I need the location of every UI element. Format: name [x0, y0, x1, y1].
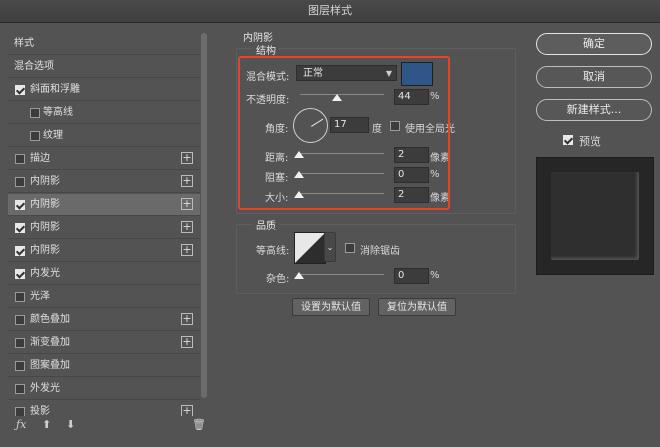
style-item-checkbox[interactable]: [30, 108, 40, 118]
style-item-label: 等高线: [43, 107, 73, 118]
style-item-checkbox[interactable]: [15, 407, 25, 416]
add-effect-plus-icon[interactable]: +: [181, 313, 193, 325]
style-item-label: 斜面和浮雕: [30, 84, 80, 95]
add-effect-plus-icon[interactable]: +: [181, 405, 193, 416]
style-list-item[interactable]: 渐变叠加 +: [8, 332, 200, 354]
style-item-checkbox[interactable]: [15, 246, 25, 256]
add-effect-plus-icon[interactable]: +: [181, 152, 193, 164]
reset-default-button[interactable]: 复位为默认值: [378, 298, 456, 316]
style-item-checkbox[interactable]: [15, 315, 25, 325]
style-item-checkbox[interactable]: [15, 200, 25, 210]
noise-slider-knob[interactable]: [294, 272, 304, 279]
style-item-checkbox[interactable]: [15, 269, 25, 279]
style-item-checkbox[interactable]: [30, 131, 40, 141]
anti-alias-checkbox[interactable]: [345, 243, 355, 253]
style-item-label: 外发光: [30, 383, 60, 394]
ok-button[interactable]: 确定: [536, 33, 652, 55]
style-item-checkbox[interactable]: [15, 223, 25, 233]
fx-icon[interactable]: ƒx: [16, 418, 26, 431]
contour-curve-icon: [295, 233, 325, 263]
style-item-label: 内阴影: [30, 222, 60, 233]
set-default-button[interactable]: 设置为默认值: [292, 298, 370, 316]
contour-dropdown[interactable]: ⌄: [324, 232, 336, 262]
style-list-item[interactable]: 图案叠加: [8, 355, 200, 377]
style-list-header-label: 样式: [14, 38, 34, 49]
style-list-footer: ƒx ⬆ ⬇ 🗑: [8, 416, 208, 436]
add-effect-plus-icon[interactable]: +: [181, 244, 193, 256]
add-effect-plus-icon[interactable]: +: [181, 221, 193, 233]
style-list-header[interactable]: 样式: [8, 33, 200, 55]
style-item-checkbox[interactable]: [15, 338, 25, 348]
style-list-item[interactable]: 内阴影 +: [8, 171, 200, 193]
style-list: 样式 混合选项斜面和浮雕等高线纹理描边 + 内阴影 + 内阴影 + 内阴影 + 内阴影 + 内发光光…: [8, 33, 200, 416]
add-effect-plus-icon[interactable]: +: [181, 336, 193, 348]
style-item-checkbox[interactable]: [15, 154, 25, 164]
style-item-label: 颜色叠加: [30, 314, 70, 325]
noise-slider-track[interactable]: [300, 274, 384, 275]
window-title: 图层样式: [308, 4, 352, 17]
style-list-item[interactable]: 颜色叠加 +: [8, 309, 200, 331]
noise-unit: %: [430, 270, 440, 281]
cancel-button[interactable]: 取消: [536, 66, 652, 88]
structure-title: 结构: [253, 42, 279, 57]
noise-input[interactable]: 0: [394, 268, 429, 284]
anti-alias-label: 消除锯齿: [360, 246, 400, 257]
style-list-item[interactable]: 内发光: [8, 263, 200, 285]
style-item-label: 内阴影: [30, 199, 60, 210]
preview-label: 预览: [579, 135, 601, 148]
style-list-item[interactable]: 内阴影 +: [8, 240, 200, 262]
style-list-item[interactable]: 描边 +: [8, 148, 200, 170]
style-item-checkbox[interactable]: [15, 85, 25, 95]
style-item-label: 内阴影: [30, 245, 60, 256]
style-list-item[interactable]: 斜面和浮雕: [8, 79, 200, 101]
add-effect-plus-icon[interactable]: +: [181, 198, 193, 210]
style-list-item[interactable]: 内阴影 +: [8, 217, 200, 239]
style-list-item[interactable]: 混合选项: [8, 56, 200, 78]
style-item-label: 内阴影: [30, 176, 60, 187]
style-item-label: 混合选项: [14, 61, 54, 72]
contour-label: 等高线:: [256, 246, 290, 257]
trash-icon[interactable]: 🗑: [192, 418, 206, 431]
style-list-item[interactable]: 内阴影 +: [8, 194, 200, 216]
style-item-label: 图案叠加: [30, 360, 70, 371]
noise-label: 杂色:: [266, 274, 290, 285]
highlight-box: [238, 56, 450, 210]
style-preview-thumbnail: [551, 172, 639, 260]
style-item-label: 投影: [30, 406, 50, 416]
style-item-checkbox[interactable]: [15, 384, 25, 394]
style-item-checkbox[interactable]: [15, 292, 25, 302]
quality-title: 品质: [253, 217, 279, 232]
style-item-checkbox[interactable]: [15, 361, 25, 371]
arrow-down-icon[interactable]: ⬇: [66, 418, 75, 431]
chevron-down-icon: ⌄: [326, 243, 334, 252]
style-item-label: 内发光: [30, 268, 60, 279]
preview-checkbox[interactable]: [563, 135, 573, 145]
style-item-label: 描边: [30, 153, 50, 164]
style-list-item[interactable]: 外发光: [8, 378, 200, 400]
style-item-label: 纹理: [43, 130, 63, 141]
style-item-checkbox[interactable]: [15, 177, 25, 187]
style-list-item[interactable]: 投影 +: [8, 401, 200, 416]
add-effect-plus-icon[interactable]: +: [181, 175, 193, 187]
style-item-label: 光泽: [30, 291, 50, 302]
window-title-bar: 图层样式: [0, 0, 660, 23]
style-list-scrollbar[interactable]: [201, 33, 207, 398]
style-list-item[interactable]: 光泽: [8, 286, 200, 308]
style-list-item[interactable]: 等高线: [8, 102, 200, 124]
style-item-label: 渐变叠加: [30, 337, 70, 348]
contour-preview[interactable]: [294, 232, 326, 264]
style-preview: [536, 157, 654, 275]
arrow-up-icon[interactable]: ⬆: [42, 418, 51, 431]
style-list-item[interactable]: 纹理: [8, 125, 200, 147]
new-style-button[interactable]: 新建样式...: [536, 99, 652, 121]
